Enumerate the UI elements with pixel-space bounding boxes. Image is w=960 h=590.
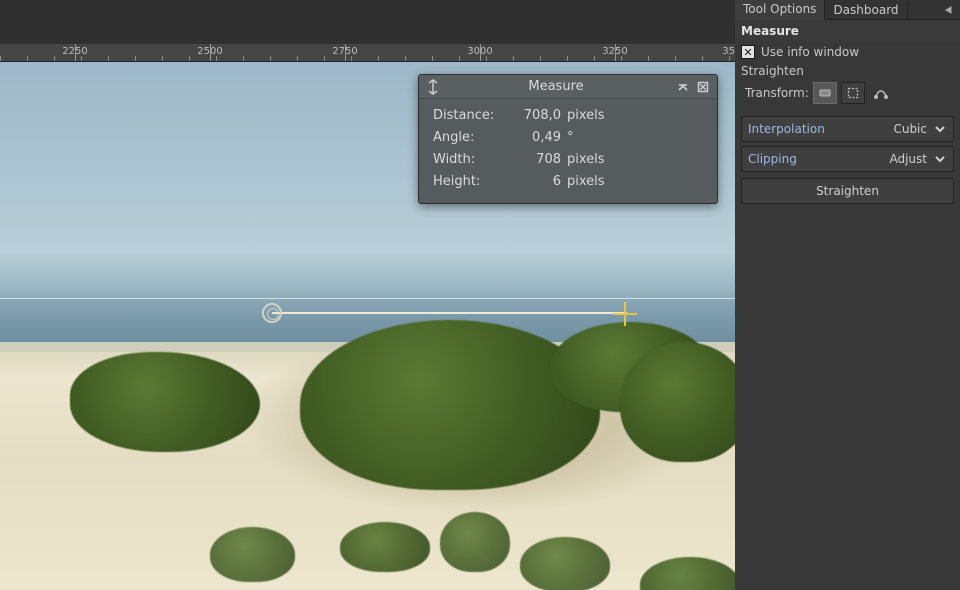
straighten-button[interactable]: Straighten <box>741 178 954 204</box>
measure-start-handle[interactable] <box>262 303 282 323</box>
use-info-window-row[interactable]: ✕ Use info window <box>735 42 960 62</box>
use-info-window-label: Use info window <box>761 45 859 59</box>
measure-height-unit: pixels <box>567 171 707 193</box>
panel-menu-icon[interactable] <box>940 2 956 18</box>
measure-angle-label: Angle: <box>433 127 505 149</box>
measure-distance-label: Distance: <box>433 105 505 127</box>
chevron-down-icon <box>933 152 947 166</box>
measure-end-handle[interactable] <box>613 302 637 326</box>
sidebar-tabs: Tool Options Dashboard <box>735 0 960 20</box>
bush-illustration <box>70 352 260 452</box>
minimize-icon[interactable] <box>675 79 691 95</box>
measure-distance-unit: pixels <box>567 105 707 127</box>
transform-selection-button[interactable] <box>841 82 865 104</box>
tab-dashboard[interactable]: Dashboard <box>825 1 907 19</box>
bush-illustration <box>440 512 510 572</box>
measure-panel-titlebar[interactable]: Measure <box>419 75 717 99</box>
measure-distance-value: 708,0 <box>511 105 561 127</box>
bush-illustration <box>300 320 600 490</box>
measure-panel-title: Measure <box>441 79 671 94</box>
tool-options-sidebar: Tool Options Dashboard Measure ✕ Use inf… <box>735 0 960 590</box>
measure-info-panel[interactable]: Measure Distance: 708,0 pixels Angle: 0,… <box>418 74 718 204</box>
measure-height-label: Height: <box>433 171 505 193</box>
transform-layer-button[interactable] <box>813 82 837 104</box>
clipping-dropdown[interactable]: Clipping Adjust <box>741 146 954 172</box>
tab-tool-options[interactable]: Tool Options <box>735 0 825 20</box>
bush-illustration <box>520 537 610 590</box>
tool-options-title: Measure <box>735 20 960 42</box>
interpolation-dropdown[interactable]: Interpolation Cubic <box>741 116 954 142</box>
transform-label: Transform: <box>745 86 809 100</box>
transform-path-button[interactable] <box>869 82 893 104</box>
interpolation-label: Interpolation <box>748 122 825 136</box>
ruler-horizontal[interactable]: 2250 2500 2750 3000 3250 3500 <box>0 44 735 62</box>
measure-icon <box>425 79 441 95</box>
measure-angle-unit: ° <box>567 127 707 149</box>
chevron-down-icon <box>933 122 947 136</box>
clipping-label: Clipping <box>748 152 797 166</box>
bush-illustration <box>620 342 735 462</box>
close-icon[interactable] <box>695 79 711 95</box>
measure-width-label: Width: <box>433 149 505 171</box>
bush-illustration <box>210 527 295 582</box>
measure-height-value: 6 <box>511 171 561 193</box>
straighten-section-label: Straighten <box>735 62 960 80</box>
use-info-window-checkbox[interactable]: ✕ <box>741 45 755 59</box>
interpolation-value: Cubic <box>893 122 927 136</box>
clipping-value: Adjust <box>889 152 927 166</box>
measure-width-value: 708 <box>511 149 561 171</box>
measure-line[interactable] <box>272 312 627 314</box>
bush-illustration <box>340 522 430 572</box>
measure-angle-value: 0,49 <box>511 127 561 149</box>
measure-width-unit: pixels <box>567 149 707 171</box>
